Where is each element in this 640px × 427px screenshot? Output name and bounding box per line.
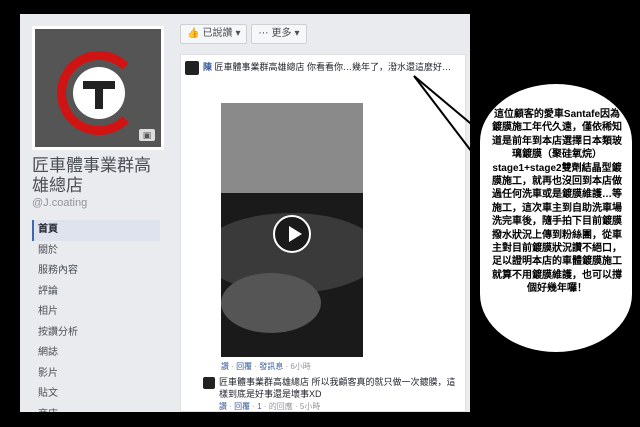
- callout-text: 這位顧客的愛車Santafe因為鍍膜施工年代久遠，僅依稀知道是前年到本店選擇日本…: [492, 109, 622, 295]
